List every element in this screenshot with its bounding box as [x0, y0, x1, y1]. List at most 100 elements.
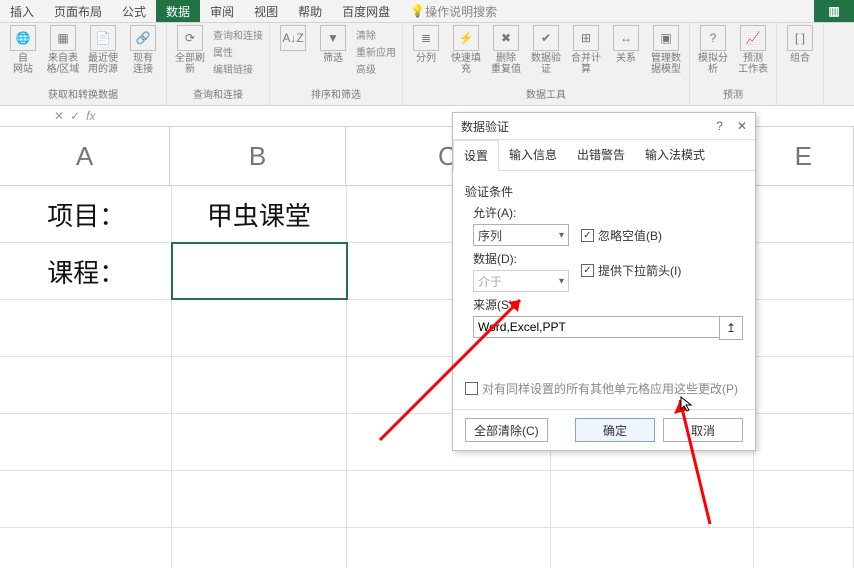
col-header-a[interactable]: A	[0, 127, 170, 185]
cell[interactable]	[0, 528, 172, 568]
flash-fill-button[interactable]: ⚡快速填充	[449, 25, 483, 75]
ribbon: 🌐自网站 ▦来自表格/区域 📄最近使用的源 🔗现有连接 获取和转换数据 ⟳全部刷…	[0, 23, 854, 106]
cursor-icon	[680, 396, 696, 412]
data-validation-dialog: 数据验证 ? ✕ 设置 输入信息 出错警告 输入法模式 验证条件 允许(A): …	[452, 112, 756, 451]
sort-button[interactable]: A↓Z	[276, 25, 310, 53]
group-label: 预测	[696, 86, 770, 103]
editlinks-sub[interactable]: 编辑链接	[213, 61, 263, 76]
tab-baidu[interactable]: 百度网盘	[332, 0, 400, 22]
cell-e2[interactable]	[754, 243, 854, 299]
cell[interactable]	[172, 414, 348, 470]
range-picker-icon[interactable]: ↥	[719, 316, 743, 340]
cell[interactable]	[0, 414, 172, 470]
tab-settings[interactable]: 设置	[453, 140, 499, 171]
allow-select[interactable]: 序列▾	[473, 224, 569, 246]
menu-bar: 插入 页面布局 公式 数据 审阅 视图 帮助 百度网盘 💡 操作说明搜索 ▥	[0, 0, 854, 23]
cell-a2[interactable]: 课程：	[0, 243, 172, 299]
reapply-sub[interactable]: 重新应用	[356, 44, 396, 59]
forecast-sheet-button[interactable]: 📈预测工作表	[736, 25, 770, 75]
advanced-sub[interactable]: 高级	[356, 61, 396, 76]
tab-insert[interactable]: 插入	[0, 0, 44, 22]
filter-button[interactable]: ▼筛选	[316, 25, 350, 64]
cell[interactable]	[551, 471, 754, 527]
allow-label: 允许(A):	[473, 204, 743, 221]
recent-sources-button[interactable]: 📄最近使用的源	[86, 25, 120, 75]
cell[interactable]	[754, 471, 854, 527]
help-icon[interactable]: ?	[716, 119, 723, 133]
ribbon-group-datatools: ≣分列 ⚡快速填充 ✖删除重复值 ✔数据验证 ⊞合并计算 ↔关系 ▣管理数据模型…	[403, 23, 690, 105]
cell[interactable]	[754, 414, 854, 470]
tab-formulas[interactable]: 公式	[112, 0, 156, 22]
existing-conn-button[interactable]: 🔗现有连接	[126, 25, 160, 75]
data-select: 介于▾	[473, 270, 569, 292]
search-hint[interactable]: 💡 操作说明搜索	[400, 0, 507, 22]
from-web-button[interactable]: 🌐自网站	[6, 25, 40, 75]
close-icon[interactable]: ✕	[737, 119, 747, 133]
source-input[interactable]	[473, 316, 719, 338]
cell[interactable]	[0, 357, 172, 413]
clear-sub[interactable]: 清除	[356, 27, 396, 42]
tab-review[interactable]: 审阅	[200, 0, 244, 22]
cell[interactable]	[754, 357, 854, 413]
ribbon-group-sortfilter: A↓Z ▼筛选 清除 重新应用 高级 排序和筛选	[270, 23, 403, 105]
cell[interactable]	[347, 471, 550, 527]
apply-changes-label: 对有同样设置的所有其他单元格应用这些更改(P)	[482, 380, 738, 397]
consolidate-button[interactable]: ⊞合并计算	[569, 25, 603, 75]
cell[interactable]	[172, 357, 348, 413]
group-label	[783, 101, 817, 103]
data-validation-button[interactable]: ✔数据验证	[529, 25, 563, 75]
fx-icon[interactable]: fx	[86, 109, 95, 123]
group-label: 查询和连接	[173, 86, 263, 103]
cell[interactable]	[754, 528, 854, 568]
cell[interactable]	[172, 471, 348, 527]
col-header-b[interactable]: B	[170, 127, 346, 185]
source-label: 来源(S):	[473, 296, 743, 313]
data-model-button[interactable]: ▣管理数据模型	[649, 25, 683, 75]
cell[interactable]	[754, 300, 854, 356]
cell[interactable]	[551, 528, 754, 568]
cancel-icon[interactable]: ✕	[54, 109, 64, 123]
ok-button[interactable]: 确定	[575, 418, 655, 442]
apply-changes-checkbox[interactable]: 对有同样设置的所有其他单元格应用这些更改(P)	[465, 380, 743, 397]
from-table-button[interactable]: ▦来自表格/区域	[46, 25, 80, 75]
enter-icon[interactable]: ✓	[70, 109, 80, 123]
tab-pagelayout[interactable]: 页面布局	[44, 0, 112, 22]
remove-dup-button[interactable]: ✖删除重复值	[489, 25, 523, 75]
relationships-button[interactable]: ↔关系	[609, 25, 643, 64]
clear-all-button[interactable]: 全部清除(C)	[465, 418, 548, 442]
cell-a1[interactable]: 项目：	[0, 186, 172, 242]
tab-view[interactable]: 视图	[244, 0, 288, 22]
ignore-blank-label: 忽略空值(B)	[598, 227, 662, 244]
col-header-e[interactable]: E	[754, 127, 854, 185]
ribbon-group-outline: [ ]组合	[777, 23, 824, 105]
chevron-down-icon: ▾	[559, 276, 564, 287]
tab-input-message[interactable]: 输入信息	[499, 140, 567, 170]
group-label: 排序和筛选	[276, 86, 396, 103]
cell[interactable]	[347, 528, 550, 568]
search-hint-label: 操作说明搜索	[425, 3, 497, 20]
cell[interactable]	[172, 528, 348, 568]
refresh-all-button[interactable]: ⟳全部刷新	[173, 25, 207, 75]
group-label: 数据工具	[409, 86, 683, 103]
ribbon-group-getdata: 🌐自网站 ▦来自表格/区域 📄最近使用的源 🔗现有连接 获取和转换数据	[0, 23, 167, 105]
ribbon-group-forecast: ?模拟分析 📈预测工作表 预测	[690, 23, 777, 105]
queries-sub[interactable]: 查询和连接	[213, 27, 263, 42]
tab-ime-mode[interactable]: 输入法模式	[635, 140, 715, 170]
cancel-button[interactable]: 取消	[663, 418, 743, 442]
group-button[interactable]: [ ]组合	[783, 25, 817, 64]
tab-data[interactable]: 数据	[156, 0, 200, 22]
ribbon-group-queries: ⟳全部刷新 查询和连接 属性 编辑链接 查询和连接	[167, 23, 270, 105]
cell[interactable]	[0, 471, 172, 527]
cell[interactable]	[172, 300, 348, 356]
cell[interactable]	[0, 300, 172, 356]
properties-sub[interactable]: 属性	[213, 44, 263, 59]
cell-b2[interactable]	[172, 243, 348, 299]
whatif-button[interactable]: ?模拟分析	[696, 25, 730, 75]
dropdown-checkbox[interactable]: ✓提供下拉箭头(I)	[581, 262, 681, 279]
ignore-blank-checkbox[interactable]: ✓忽略空值(B)	[581, 227, 662, 244]
text-to-columns-button[interactable]: ≣分列	[409, 25, 443, 64]
tab-error-alert[interactable]: 出错警告	[567, 140, 635, 170]
tab-help[interactable]: 帮助	[288, 0, 332, 22]
cell-b1[interactable]: 甲虫课堂	[172, 186, 348, 242]
cell-e1[interactable]	[754, 186, 854, 242]
